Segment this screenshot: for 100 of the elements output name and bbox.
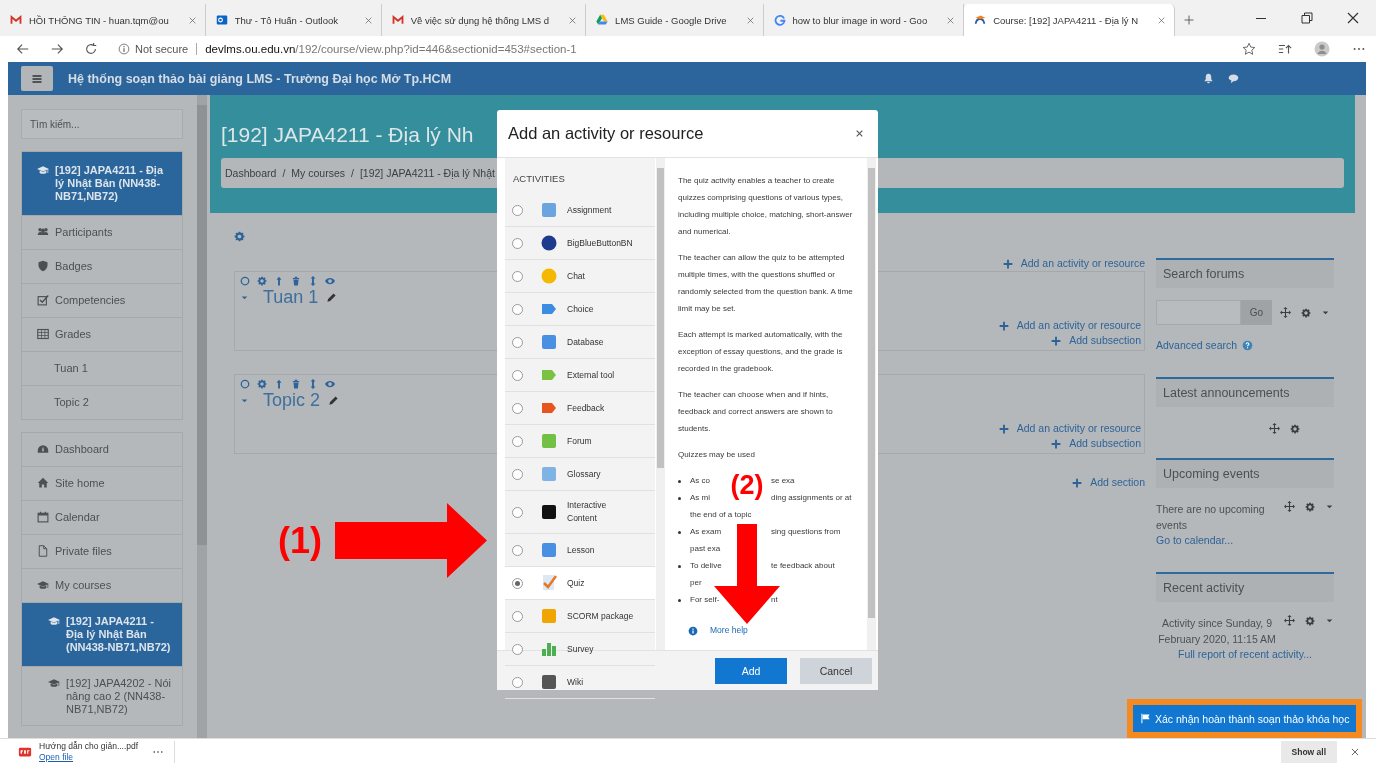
add-subsection-link[interactable]: Add subsection [1051, 436, 1141, 451]
close-icon[interactable] [363, 15, 373, 25]
gear-icon[interactable] [257, 379, 267, 389]
url-path[interactable]: /192/course/view.php?id=446&sectionid=453#section-1 [295, 43, 577, 55]
gear-icon[interactable] [1301, 307, 1311, 318]
add-section-link[interactable]: Add section [1072, 475, 1145, 490]
browser-tab[interactable]: Về việc sử dụng hệ thống LMS d [381, 4, 587, 36]
show-all-button[interactable]: Show all [1280, 741, 1337, 763]
add-subsection-link[interactable]: Add subsection [1051, 333, 1141, 348]
scrollbar[interactable] [197, 95, 207, 738]
pencil-icon[interactable] [328, 395, 340, 406]
forward-arrow-icon[interactable] [50, 42, 64, 56]
radio-button[interactable] [512, 204, 523, 216]
eye-icon[interactable] [325, 276, 335, 286]
browser-tab[interactable]: Thư - Tô Huấn - Outlook [205, 4, 382, 36]
radio-button[interactable] [512, 610, 523, 622]
nav-item[interactable]: [192] JAPA4211 - Địa lý Nhật Bản (NN438-NB71,NB72) [22, 603, 182, 667]
close-icon[interactable] [187, 15, 197, 25]
help-icon[interactable] [1242, 340, 1254, 351]
browser-tab[interactable]: LMS Guide - Google Drive [586, 4, 764, 36]
search-field[interactable]: Tìm kiếm... [21, 109, 183, 139]
profile-icon[interactable] [1314, 41, 1330, 57]
activity-option[interactable]: External tool [505, 359, 655, 392]
add-activity-link[interactable]: Add an activity or resource [1002, 256, 1145, 271]
radio-button[interactable] [512, 402, 523, 414]
section-title[interactable]: Tuan 1 [263, 287, 319, 308]
close-icon[interactable] [1350, 747, 1360, 757]
move-icon[interactable] [1284, 501, 1295, 512]
activity-option[interactable]: SCORM package [505, 600, 655, 633]
eye-icon[interactable] [325, 379, 335, 389]
browser-tab[interactable]: HỒI THÔNG TIN - huan.tqm@ou [0, 4, 206, 36]
trash-icon[interactable] [291, 276, 301, 286]
radio-button[interactable] [512, 303, 523, 315]
scrollbar[interactable] [867, 158, 876, 650]
gear-icon[interactable] [1290, 423, 1300, 434]
close-icon[interactable] [568, 15, 578, 25]
breadcrumb-link[interactable]: [192] JAPA4211 - Địa lý Nhật [359, 165, 495, 181]
browser-tab[interactable]: Course: [192] JAPA4211 - Địa lý N [964, 4, 1176, 36]
activity-option[interactable]: Choice [505, 293, 655, 326]
caret-icon[interactable] [1325, 616, 1334, 625]
advanced-search-link[interactable]: Advanced search [1156, 338, 1334, 353]
nav-item[interactable]: [192] JAPA4211 - Địa lý Nhật Bản (NN438-NB71,NB72) [22, 152, 182, 216]
star-icon[interactable] [1242, 42, 1256, 56]
radio-button[interactable] [512, 270, 523, 282]
close-icon[interactable] [745, 15, 755, 25]
activity-option[interactable]: Assignment [505, 194, 655, 227]
move-icon[interactable] [1280, 307, 1291, 318]
back-arrow-icon[interactable] [16, 42, 30, 56]
reload-icon[interactable] [84, 42, 98, 56]
arrow-up-icon[interactable] [274, 379, 284, 389]
radio-button[interactable] [512, 506, 523, 518]
up-down-arrow-icon[interactable] [308, 276, 318, 286]
cancel-button[interactable]: Cancel [800, 657, 872, 684]
radio-button[interactable] [512, 336, 523, 348]
activity-option[interactable]: Feedback [505, 392, 655, 425]
add-button[interactable]: Add [715, 657, 787, 684]
activity-option[interactable]: Chat [505, 260, 655, 293]
activity-option[interactable]: Quiz [505, 567, 655, 600]
section-title[interactable]: Topic 2 [263, 390, 321, 411]
breadcrumb-link[interactable]: My courses [291, 165, 345, 181]
close-icon[interactable] [946, 15, 956, 25]
search-field[interactable] [1156, 300, 1241, 325]
go-button[interactable]: Go [1241, 300, 1272, 325]
breadcrumb-link[interactable]: Dashboard [225, 165, 277, 181]
activity-option[interactable]: Glossary [505, 458, 655, 491]
circle-icon[interactable] [240, 276, 250, 286]
close-icon[interactable] [1157, 15, 1167, 25]
add-activity-link[interactable]: Add an activity or resource [998, 318, 1141, 333]
radio-button[interactable] [512, 468, 523, 480]
help-link[interactable]: More help [710, 622, 748, 639]
gear-icon[interactable] [1305, 615, 1315, 626]
activity-option[interactable]: Database [505, 326, 655, 359]
chat-icon[interactable] [1228, 73, 1239, 84]
block-link[interactable]: Full report of recent activity... [1156, 647, 1334, 662]
block-link[interactable]: Go to calendar... [1156, 533, 1334, 548]
gear-icon[interactable] [1305, 501, 1315, 512]
site-title[interactable]: Hệ thống soạn thảo bài giảng LMS - Trường Đại học Mở Tp.HCM [68, 71, 452, 86]
gear-icon[interactable] [257, 276, 267, 286]
trash-icon[interactable] [291, 379, 301, 389]
pencil-icon[interactable] [326, 292, 338, 303]
activity-option[interactable]: BigBlueButtonBN [505, 227, 655, 260]
open-file-link[interactable]: Open file [39, 752, 139, 763]
url-host[interactable]: devlms.ou.edu.vn [205, 43, 296, 55]
bell-icon[interactable] [1203, 73, 1214, 84]
add-activity-link[interactable]: Add an activity or resource [998, 421, 1141, 436]
reading-list-icon[interactable] [1278, 42, 1292, 56]
circle-icon[interactable] [240, 379, 250, 389]
confirm-button[interactable]: Xác nhận hoàn thành soạn thảo khóa học [1133, 705, 1357, 732]
up-down-arrow-icon[interactable] [308, 379, 318, 389]
caret-icon[interactable] [240, 293, 249, 302]
radio-button[interactable] [512, 237, 523, 249]
move-icon[interactable] [1284, 615, 1295, 626]
close-icon[interactable] [855, 129, 864, 138]
activity-option[interactable]: Forum [505, 425, 655, 458]
radio-button[interactable] [512, 577, 523, 589]
plus-icon[interactable] [1183, 14, 1196, 26]
radio-button[interactable] [512, 435, 523, 447]
move-icon[interactable] [1269, 423, 1280, 434]
activity-option[interactable]: Interactive Content [505, 491, 655, 534]
arrow-up-icon[interactable] [274, 276, 284, 286]
